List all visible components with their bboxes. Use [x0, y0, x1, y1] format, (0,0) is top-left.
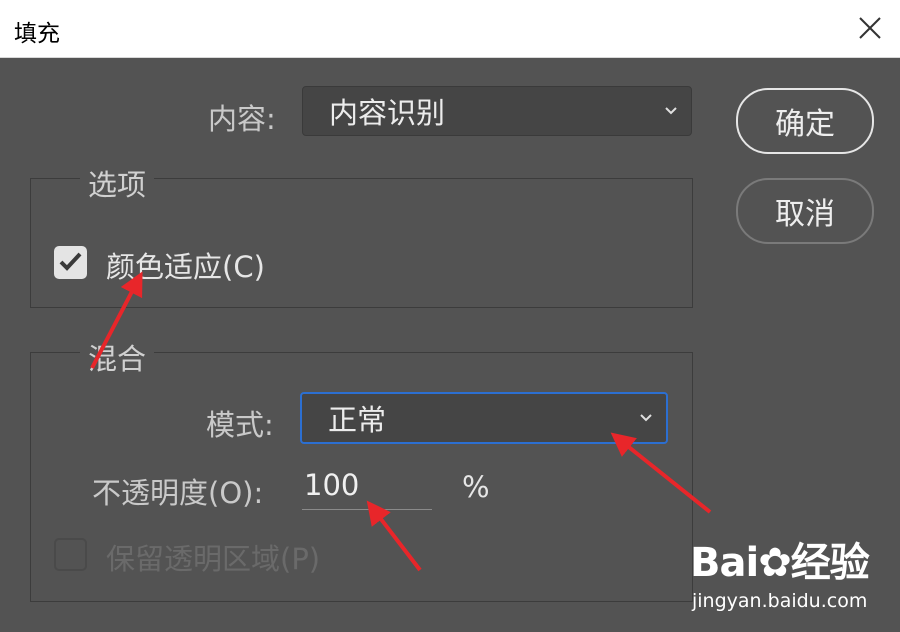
content-select[interactable]: 内容识别 [302, 86, 692, 136]
window-title: 填充 [14, 21, 60, 47]
cancel-button[interactable]: 取消 [736, 178, 874, 244]
title-bar: 填充 [0, 0, 900, 58]
blend-group-legend: 混合 [80, 336, 155, 378]
watermark-url: jingyan.baidu.com [692, 590, 868, 612]
mode-select-value: 正常 [328, 403, 387, 437]
opacity-label: 不透明度(O): [92, 476, 264, 510]
content-label: 内容: [208, 102, 276, 136]
options-group-legend: 选项 [80, 162, 155, 204]
chevron-down-icon [665, 107, 677, 115]
chevron-down-icon [640, 414, 652, 422]
opacity-input[interactable]: 100 [302, 468, 432, 510]
ok-button[interactable]: 确定 [736, 88, 874, 154]
content-select-value: 内容识别 [329, 96, 446, 130]
close-button[interactable] [854, 12, 886, 44]
opacity-unit: % [462, 470, 490, 504]
mode-label: 模式: [206, 408, 274, 442]
mode-select[interactable]: 正常 [300, 392, 668, 444]
preserve-transparency-label: 保留透明区域(P) [106, 542, 321, 576]
paw-icon: ✿ [758, 540, 792, 586]
watermark-logo: Bai✿经验 [690, 540, 870, 586]
color-adapt-label[interactable]: 颜色适应(C) [106, 244, 265, 286]
color-adapt-checkbox[interactable] [54, 246, 87, 279]
close-icon [859, 17, 881, 39]
preserve-transparency-checkbox[interactable] [54, 538, 87, 571]
baidu-watermark: Bai✿经验 jingyan.baidu.com [690, 530, 895, 625]
checkmark-icon [59, 252, 82, 271]
